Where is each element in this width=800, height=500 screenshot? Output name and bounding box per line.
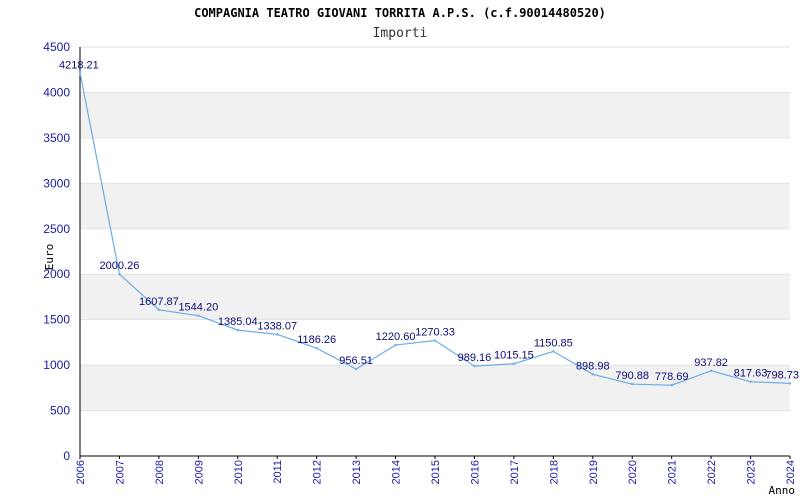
grid-band: [80, 183, 790, 229]
data-label: 1338.07: [257, 320, 297, 332]
data-label: 1270.33: [415, 327, 455, 339]
data-label: 1220.60: [376, 331, 416, 343]
x-tick-label: 2022: [706, 460, 718, 484]
data-label: 956.51: [339, 355, 373, 367]
x-tick-label: 2007: [114, 460, 126, 484]
data-point: [709, 369, 713, 372]
data-point: [670, 384, 673, 387]
data-point: [118, 272, 121, 276]
x-tick-label: 2019: [588, 460, 600, 484]
data-point: [315, 346, 318, 350]
data-label: 778.69: [655, 371, 689, 383]
y-tick-label: 1000: [43, 358, 70, 372]
x-tick-label: 2023: [746, 460, 758, 484]
x-tick-label: 2006: [75, 460, 87, 484]
plot-bands: [80, 46, 790, 457]
x-tick-label: 2016: [469, 460, 481, 484]
data-label: 1607.87: [139, 296, 179, 308]
data-label: 2000.26: [100, 260, 140, 272]
data-point: [236, 328, 239, 332]
y-tick-label: 4500: [43, 40, 70, 54]
data-point: [512, 362, 516, 365]
y-tick-label: 2500: [43, 222, 70, 236]
data-point: [433, 339, 437, 342]
data-label: 1015.15: [494, 350, 534, 362]
y-tick-label: 3500: [43, 131, 70, 145]
y-axis-label: Euro: [43, 244, 56, 271]
data-label: 1186.26: [297, 334, 336, 346]
data-point: [157, 308, 161, 312]
data-point: [749, 380, 752, 383]
x-tick-label: 2013: [351, 460, 363, 484]
y-tick-label: 500: [50, 404, 70, 418]
data-label: 898.98: [576, 360, 610, 372]
data-point: [276, 333, 279, 336]
x-tick-label: 2014: [391, 460, 403, 484]
data-point: [788, 382, 792, 385]
data-label: 937.82: [694, 357, 728, 369]
x-tick-label: 2010: [233, 460, 245, 484]
x-tick-label: 2009: [193, 460, 205, 484]
y-tick-label: 4000: [43, 85, 70, 99]
y-tick-label: 1500: [43, 313, 70, 327]
data-point: [197, 314, 200, 317]
x-tick-label: 2011: [272, 460, 284, 484]
x-tick-label: 2012: [312, 460, 324, 484]
x-tick-label: 2017: [509, 460, 521, 484]
data-point: [552, 350, 555, 353]
x-tick-label: 2018: [548, 460, 560, 484]
data-point: [354, 367, 358, 371]
line-chart: 050010001500200025003000350040004500 200…: [43, 6, 799, 497]
data-point: [473, 364, 476, 368]
y-tick-label: 3000: [43, 176, 70, 190]
data-label: 4218.21: [59, 60, 99, 72]
data-label: 790.88: [615, 370, 649, 382]
x-tick-label: 2024: [785, 460, 797, 484]
data-label: 1150.85: [534, 337, 573, 349]
data-label: 798.73: [765, 369, 799, 381]
grid-band: [80, 92, 790, 138]
data-label: 989.16: [458, 352, 492, 364]
chart-subtitle: Importi: [373, 26, 428, 41]
data-point: [631, 382, 634, 386]
chart-title: COMPAGNIA TEATRO GIOVANI TORRITA A.P.S. …: [194, 6, 606, 20]
data-label: 1544.20: [178, 302, 218, 314]
data-label: 1385.04: [218, 316, 258, 328]
x-tick-label: 2008: [154, 460, 166, 484]
x-tick-label: 2015: [430, 460, 442, 484]
data-point: [591, 373, 594, 376]
x-tick-label: 2021: [667, 460, 679, 484]
data-point: [78, 71, 82, 74]
data-label: 817.63: [734, 368, 768, 380]
x-axis-ticks: 2006 2007 2008 2009 2010 2011 2012 2013 2014 2015…: [75, 456, 797, 484]
x-axis-label: Anno: [769, 484, 796, 497]
data-point: [394, 343, 397, 347]
y-tick-label: 0: [63, 449, 70, 463]
x-tick-label: 2020: [627, 460, 639, 484]
